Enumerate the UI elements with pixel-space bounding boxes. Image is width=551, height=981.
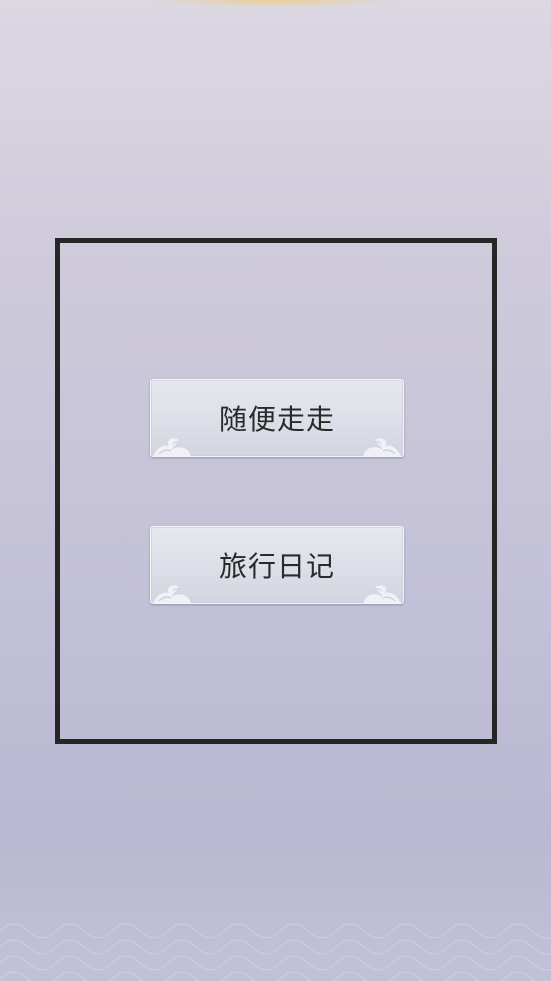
travel-diary-button[interactable]: 旅行日记 — [150, 526, 404, 604]
random-walk-button[interactable]: 随便走走 — [150, 379, 404, 457]
cloud-ornament-icon — [363, 438, 401, 456]
cloud-ornament-icon — [153, 585, 191, 603]
cloud-ornament-icon — [363, 585, 401, 603]
cloud-ornament-icon — [153, 438, 191, 456]
top-glow-decoration — [150, 0, 400, 8]
travel-diary-label: 旅行日记 — [218, 550, 335, 583]
menu-frame — [55, 238, 497, 744]
wave-pattern-decoration — [0, 923, 551, 981]
random-walk-label: 随便走走 — [218, 403, 335, 436]
